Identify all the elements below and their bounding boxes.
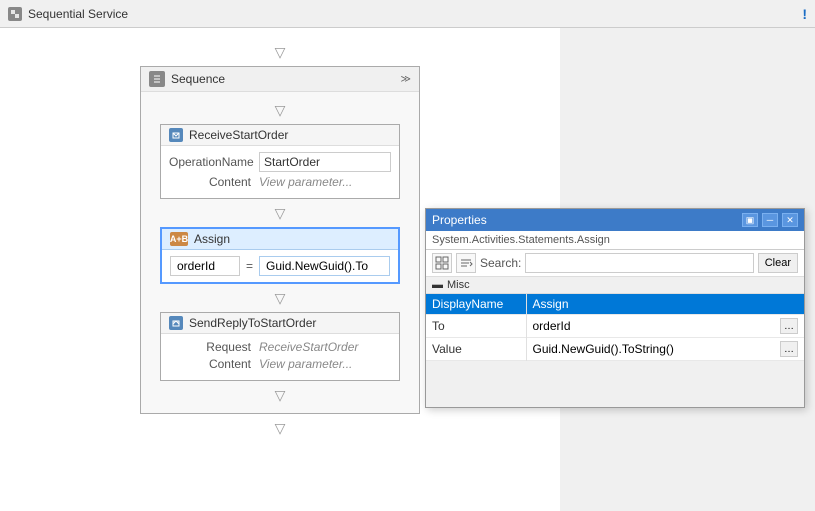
activity-sendreply[interactable]: SendReplyToStartOrder Request ReceiveSta… bbox=[160, 312, 400, 381]
activity-receive-header: ReceiveStartOrder bbox=[161, 125, 399, 146]
activity-assign-body: orderId = Guid.NewGuid().To bbox=[162, 250, 398, 282]
arrow-connector-top: ▽ bbox=[275, 38, 286, 66]
activity-assign-header: A+B Assign bbox=[162, 229, 398, 250]
activity-sendreply-body: Request ReceiveStartOrder Content View p… bbox=[161, 334, 399, 380]
title-bar: Sequential Service ! bbox=[0, 0, 815, 28]
props-section-misc-label: Misc bbox=[447, 279, 470, 291]
props-close-button[interactable]: ✕ bbox=[782, 213, 798, 227]
properties-panel: Properties ▣ ─ ✕ System.Activities.State… bbox=[425, 208, 805, 408]
sequence-title: Sequence bbox=[149, 71, 225, 87]
app-icon bbox=[8, 7, 22, 21]
activity-sendreply-header: SendReplyToStartOrder bbox=[161, 313, 399, 334]
prop-value-value: Guid.NewGuid().ToString() bbox=[533, 342, 674, 356]
props-row-displayname[interactable]: DisplayName Assign bbox=[426, 294, 804, 315]
sequence-label: Sequence bbox=[171, 72, 225, 86]
prop-value-name: Value bbox=[426, 338, 526, 361]
props-search-label: Search: bbox=[480, 256, 521, 270]
arrow-connector-final: ▽ bbox=[275, 414, 286, 442]
props-section-misc: ▬ Misc bbox=[426, 277, 804, 294]
props-body: ▬ Misc DisplayName Assign To orderId … bbox=[426, 277, 804, 361]
field-content-send-label: Content bbox=[169, 357, 259, 371]
props-subtitle: System.Activities.Statements.Assign bbox=[426, 231, 804, 250]
props-titlebar: Properties ▣ ─ ✕ bbox=[426, 209, 804, 231]
field-request-value[interactable]: ReceiveStartOrder bbox=[259, 340, 358, 354]
prop-displayname-value: Assign bbox=[533, 297, 569, 311]
field-content-receive-label: Content bbox=[169, 175, 259, 189]
props-row-to[interactable]: To orderId … bbox=[426, 315, 804, 338]
props-toolbar: Search: Clear bbox=[426, 250, 804, 277]
prop-to-name: To bbox=[426, 315, 526, 338]
sendreply-icon bbox=[169, 316, 183, 330]
props-clear-button[interactable]: Clear bbox=[758, 253, 798, 273]
sequence-body: ▽ ReceiveStartOrder bbox=[141, 92, 419, 413]
field-content-receive-value[interactable]: View parameter... bbox=[259, 175, 352, 189]
prop-value-browse-button[interactable]: … bbox=[780, 341, 798, 357]
arrow-connector-2: ▽ bbox=[275, 199, 286, 227]
props-pin-button[interactable]: ▣ bbox=[742, 213, 758, 227]
prop-value-value-cell: Guid.NewGuid().ToString() … bbox=[526, 338, 804, 361]
receive-icon bbox=[169, 128, 183, 142]
field-content-send: Content View parameter... bbox=[169, 357, 391, 371]
expand-icon[interactable]: ≫ bbox=[401, 74, 411, 85]
props-minimize-button[interactable]: ─ bbox=[762, 213, 778, 227]
assign-right-value: Guid.NewGuid().To bbox=[259, 256, 390, 276]
prop-displayname-name: DisplayName bbox=[426, 294, 526, 315]
prop-to-value-cell: orderId … bbox=[526, 315, 804, 338]
field-request-label: Request bbox=[169, 340, 259, 354]
prop-displayname-value-cell: Assign bbox=[526, 294, 804, 315]
arrow-connector-bottom: ▽ bbox=[275, 381, 286, 409]
assign-left-value: orderId bbox=[170, 256, 240, 276]
props-categorize-icon[interactable] bbox=[432, 253, 452, 273]
warning-icon: ! bbox=[802, 6, 807, 22]
sequence-container[interactable]: Sequence ≫ ▽ Recei bbox=[140, 66, 420, 414]
field-operationname-value: StartOrder bbox=[259, 152, 391, 172]
props-controls: ▣ ─ ✕ bbox=[742, 213, 798, 227]
arrow-connector-1: ▽ bbox=[275, 96, 286, 124]
sequence-icon bbox=[149, 71, 165, 87]
activity-receive-label: ReceiveStartOrder bbox=[189, 128, 288, 142]
props-collapse-icon[interactable]: ▬ bbox=[432, 279, 443, 291]
props-search-input[interactable] bbox=[525, 253, 753, 273]
activity-assign-label: Assign bbox=[194, 232, 230, 246]
field-content-send-value[interactable]: View parameter... bbox=[259, 357, 352, 371]
activity-receive-body: OperationName StartOrder Content View pa… bbox=[161, 146, 399, 198]
props-table: DisplayName Assign To orderId … Value bbox=[426, 294, 804, 361]
field-content-receive: Content View parameter... bbox=[169, 175, 391, 189]
prop-to-browse-button[interactable]: … bbox=[780, 318, 798, 334]
assign-icon: A+B bbox=[170, 232, 188, 246]
field-operationname: OperationName StartOrder bbox=[169, 152, 391, 172]
field-request: Request ReceiveStartOrder bbox=[169, 340, 391, 354]
props-row-value[interactable]: Value Guid.NewGuid().ToString() … bbox=[426, 338, 804, 361]
activity-assign[interactable]: A+B Assign orderId = Guid.NewGuid().To bbox=[160, 227, 400, 284]
activity-sendreply-label: SendReplyToStartOrder bbox=[189, 316, 316, 330]
app-title: Sequential Service bbox=[28, 7, 128, 21]
assign-equals: = bbox=[246, 259, 253, 273]
sequence-header: Sequence ≫ bbox=[141, 67, 419, 92]
arrow-connector-3: ▽ bbox=[275, 284, 286, 312]
props-title: Properties bbox=[432, 213, 487, 227]
prop-to-value: orderId bbox=[533, 319, 571, 333]
activity-receive[interactable]: ReceiveStartOrder OperationName StartOrd… bbox=[160, 124, 400, 199]
props-sort-icon[interactable] bbox=[456, 253, 476, 273]
field-operationname-label: OperationName bbox=[169, 155, 259, 169]
